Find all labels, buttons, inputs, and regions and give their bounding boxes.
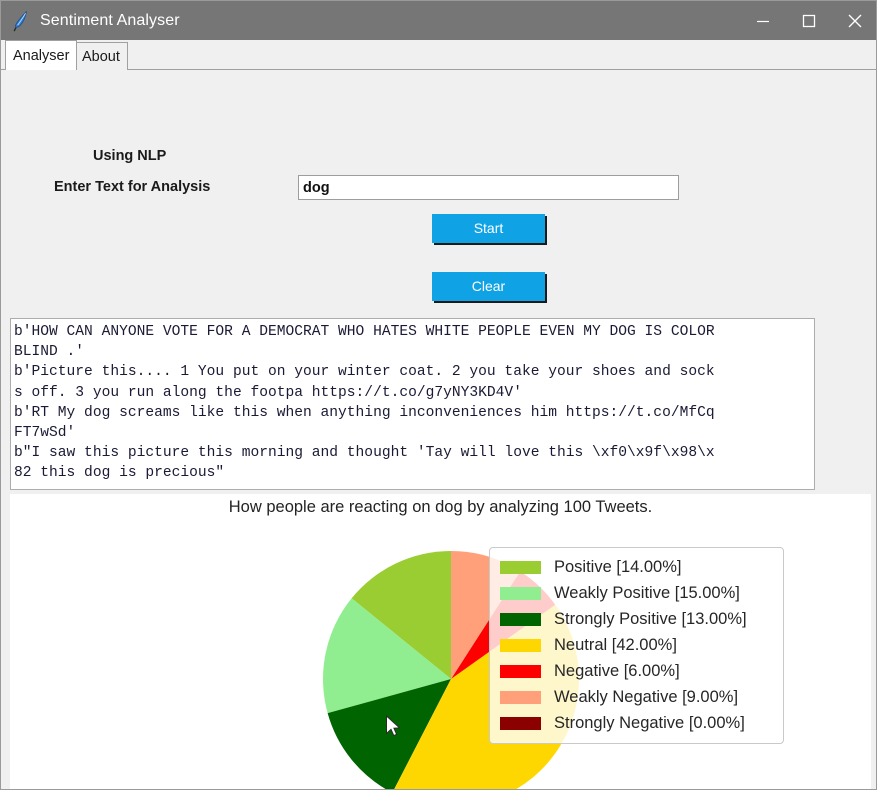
legend-label: Strongly Negative [0.00%]: [554, 713, 745, 732]
output-text: b'HOW CAN ANYONE VOTE FOR A DEMOCRAT WHO…: [14, 324, 715, 482]
subtitle-label: Using NLP: [93, 148, 167, 164]
legend-row: Strongly Positive [13.00%]: [500, 606, 773, 632]
chart-legend: Positive [14.00%] Weakly Positive [15.00%…: [489, 547, 784, 744]
close-button[interactable]: [832, 1, 876, 40]
legend-swatch: [500, 586, 541, 600]
legend-row: Strongly Negative [0.00%]: [500, 710, 773, 736]
legend-label: Strongly Positive [13.00%]: [554, 609, 747, 628]
legend-swatch: [500, 638, 541, 652]
window-controls: [740, 1, 876, 40]
tab-analyser[interactable]: Analyser: [5, 40, 78, 70]
legend-label: Weakly Positive [15.00%]: [554, 583, 740, 602]
tab-strip: Analyser About: [1, 40, 876, 70]
legend-swatch: [500, 716, 541, 730]
maximize-button[interactable]: [786, 1, 832, 40]
legend-row: Neutral [42.00%]: [500, 632, 773, 658]
title-bar: Sentiment Analyser: [1, 1, 876, 40]
legend-row: Weakly Positive [15.00%]: [500, 580, 773, 606]
minimize-button[interactable]: [740, 1, 786, 40]
legend-swatch: [500, 560, 541, 574]
legend-label: Negative [6.00%]: [554, 661, 680, 680]
close-icon: [848, 14, 862, 27]
start-button[interactable]: Start: [432, 214, 545, 243]
feather-icon: [13, 10, 27, 31]
chart-area: How people are reacting on dog by analyz…: [10, 494, 871, 789]
input-label: Enter Text for Analysis: [54, 179, 211, 195]
legend-label: Positive [14.00%]: [554, 557, 682, 576]
tab-about-label: About: [82, 48, 120, 65]
minimize-icon: [757, 20, 769, 22]
analyser-panel: Using NLP Enter Text for Analysis Start …: [2, 70, 875, 789]
legend-row: Negative [6.00%]: [500, 658, 773, 684]
legend-row: Weakly Negative [9.00%]: [500, 684, 773, 710]
tab-about[interactable]: About: [74, 42, 128, 70]
legend-row: Positive [14.00%]: [500, 554, 773, 580]
legend-swatch: [500, 664, 541, 678]
window-title: Sentiment Analyser: [40, 11, 180, 29]
maximize-icon: [802, 14, 816, 27]
output-textarea[interactable]: b'HOW CAN ANYONE VOTE FOR A DEMOCRAT WHO…: [10, 318, 815, 490]
legend-label: Neutral [42.00%]: [554, 635, 677, 654]
app-window: Sentiment Analyser Analyser About Using …: [0, 0, 877, 790]
legend-swatch: [500, 612, 541, 626]
tab-analyser-label: Analyser: [13, 47, 70, 64]
legend-swatch: [500, 690, 541, 704]
analysis-text-input[interactable]: [298, 175, 679, 200]
legend-label: Weakly Negative [9.00%]: [554, 687, 739, 706]
clear-button[interactable]: Clear: [432, 272, 545, 301]
